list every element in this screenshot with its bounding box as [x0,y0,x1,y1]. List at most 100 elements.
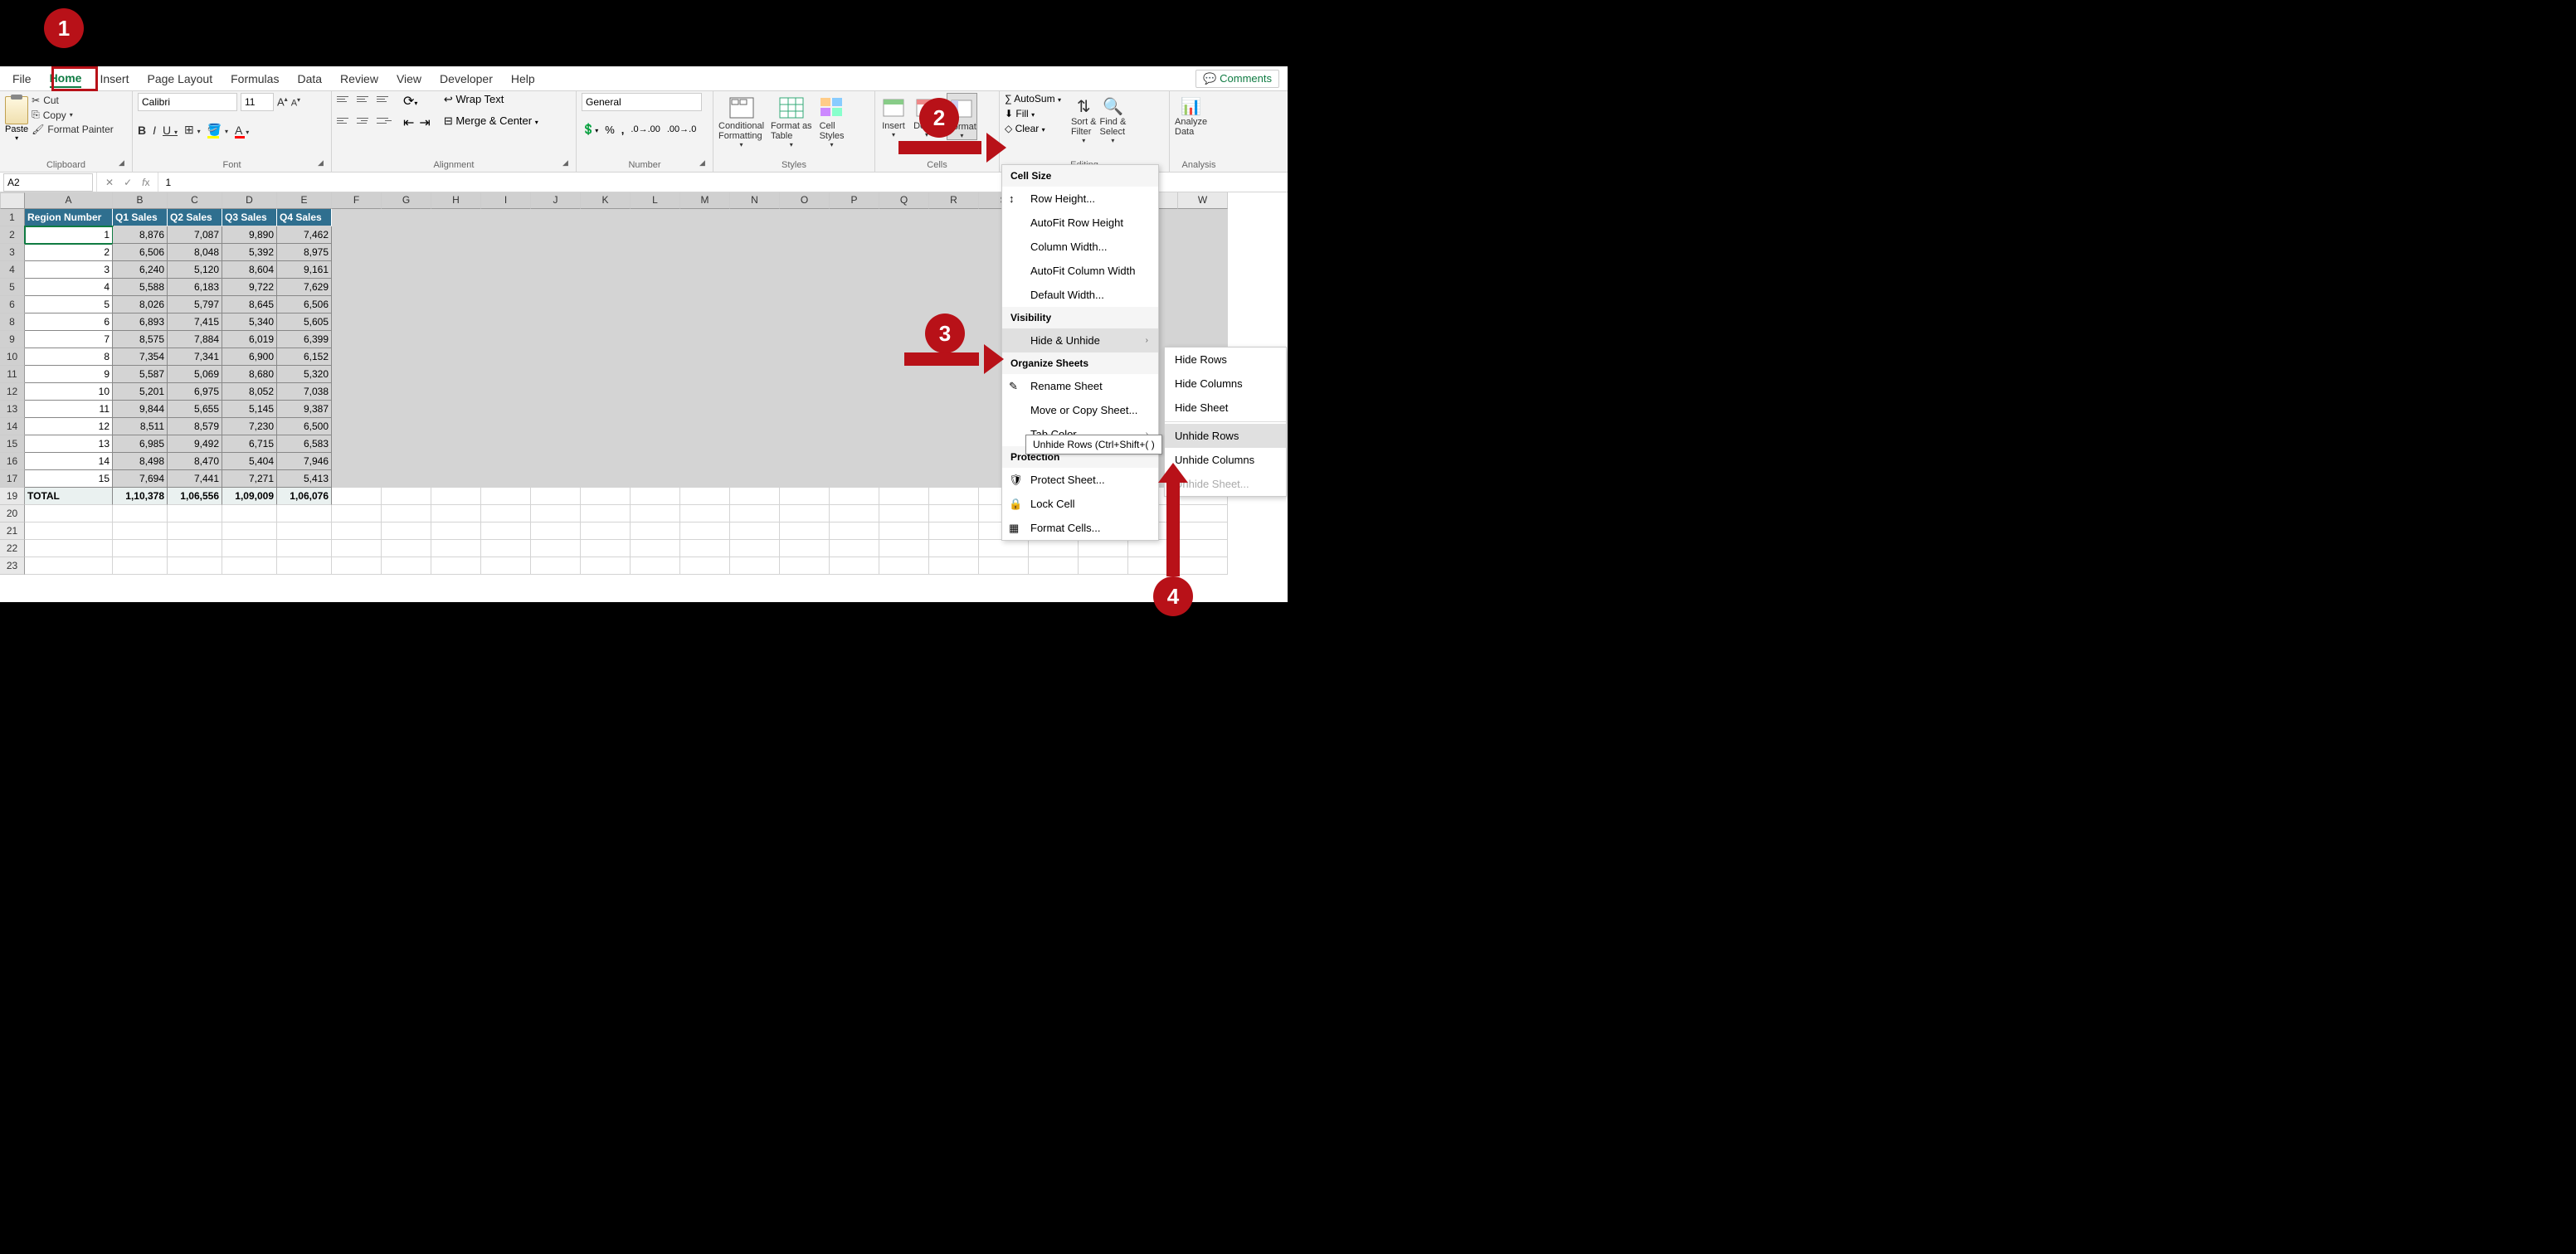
cell[interactable]: 9,161 [277,261,332,279]
cell[interactable] [481,505,531,522]
cell[interactable]: 2 [25,244,113,261]
cell[interactable]: TOTAL [25,488,113,505]
row-header[interactable]: 5 [0,279,25,296]
number-format-select[interactable] [582,93,702,111]
format-as-table-button[interactable]: Format as Table▾ [771,93,812,148]
cell[interactable] [730,383,780,401]
cell[interactable] [979,540,1029,557]
submenu-unhide-rows[interactable]: Unhide Rows [1165,424,1286,448]
cell[interactable]: 4 [25,279,113,296]
cell[interactable] [780,366,830,383]
cell[interactable] [631,244,680,261]
cell[interactable]: 6,893 [113,314,168,331]
cell[interactable] [929,279,979,296]
cell[interactable] [680,453,730,470]
column-header-K[interactable]: K [581,192,631,209]
cell[interactable] [382,244,431,261]
cell[interactable] [382,226,431,244]
cell[interactable] [168,522,222,540]
cell[interactable] [581,435,631,453]
cell[interactable] [830,557,879,575]
cell[interactable] [879,418,929,435]
cell[interactable]: 8,604 [222,261,277,279]
cell[interactable]: 8,511 [113,418,168,435]
align-right-button[interactable] [377,114,392,126]
cell[interactable] [431,348,481,366]
cell[interactable] [431,435,481,453]
cell[interactable] [531,261,581,279]
cell[interactable] [25,505,113,522]
cell[interactable] [481,348,531,366]
cell[interactable] [830,226,879,244]
cell[interactable] [631,418,680,435]
cell[interactable] [929,401,979,418]
cell[interactable]: 6,985 [113,435,168,453]
cell[interactable] [382,418,431,435]
cell[interactable] [222,505,277,522]
cell[interactable] [332,261,382,279]
cell[interactable] [830,418,879,435]
format-painter-button[interactable]: 🖌Format Painter [32,124,114,135]
cell[interactable]: 6,399 [277,331,332,348]
cell[interactable] [879,331,929,348]
cell[interactable] [780,383,830,401]
comments-button[interactable]: 💬 Comments [1195,70,1279,88]
cell[interactable] [1178,314,1228,331]
cell[interactable] [481,366,531,383]
cell[interactable] [780,505,830,522]
fill-button[interactable]: ⬇ Fill ▾ [1005,108,1061,119]
cell[interactable] [382,453,431,470]
cell[interactable] [879,314,929,331]
cell[interactable] [780,418,830,435]
cell[interactable] [431,470,481,488]
cell[interactable] [581,522,631,540]
cell[interactable] [631,366,680,383]
cell[interactable] [481,488,531,505]
cell[interactable]: 6,152 [277,348,332,366]
cell[interactable] [680,435,730,453]
cell[interactable]: 5,413 [277,470,332,488]
cell[interactable] [680,331,730,348]
row-header[interactable]: 14 [0,418,25,435]
cell[interactable] [730,226,780,244]
cell[interactable] [481,226,531,244]
copy-button[interactable]: ⎘Copy ▾ [32,109,114,121]
column-header-F[interactable]: F [332,192,382,209]
cell[interactable] [531,209,581,226]
cell[interactable] [929,244,979,261]
cell[interactable]: 6 [25,314,113,331]
cell[interactable] [481,209,531,226]
font-color-button[interactable]: A ▾ [235,124,249,137]
cell[interactable] [113,522,168,540]
cancel-formula-icon[interactable]: ✕ [105,177,114,188]
cell[interactable] [830,383,879,401]
cell[interactable] [431,557,481,575]
cell[interactable] [879,488,929,505]
cell[interactable]: 8,026 [113,296,168,314]
cell[interactable] [730,453,780,470]
cell[interactable] [730,279,780,296]
cell[interactable] [780,522,830,540]
cell[interactable] [879,557,929,575]
cell[interactable] [680,505,730,522]
cell[interactable] [631,470,680,488]
increase-font-icon[interactable]: A▴ [277,95,288,108]
cell[interactable] [481,401,531,418]
column-header-M[interactable]: M [680,192,730,209]
column-header-I[interactable]: I [481,192,531,209]
row-header[interactable]: 1 [0,209,25,226]
cell[interactable]: 8,975 [277,244,332,261]
column-header-O[interactable]: O [780,192,830,209]
cell[interactable]: 8,052 [222,383,277,401]
cell[interactable] [382,540,431,557]
cell[interactable]: 7,694 [113,470,168,488]
bold-button[interactable]: B [138,124,146,137]
cell[interactable]: 6,900 [222,348,277,366]
cell[interactable] [481,279,531,296]
cell[interactable] [332,279,382,296]
cell[interactable] [25,540,113,557]
cell[interactable] [531,279,581,296]
row-header[interactable]: 11 [0,366,25,383]
cell[interactable]: 6,975 [168,383,222,401]
cell[interactable]: 7,341 [168,348,222,366]
